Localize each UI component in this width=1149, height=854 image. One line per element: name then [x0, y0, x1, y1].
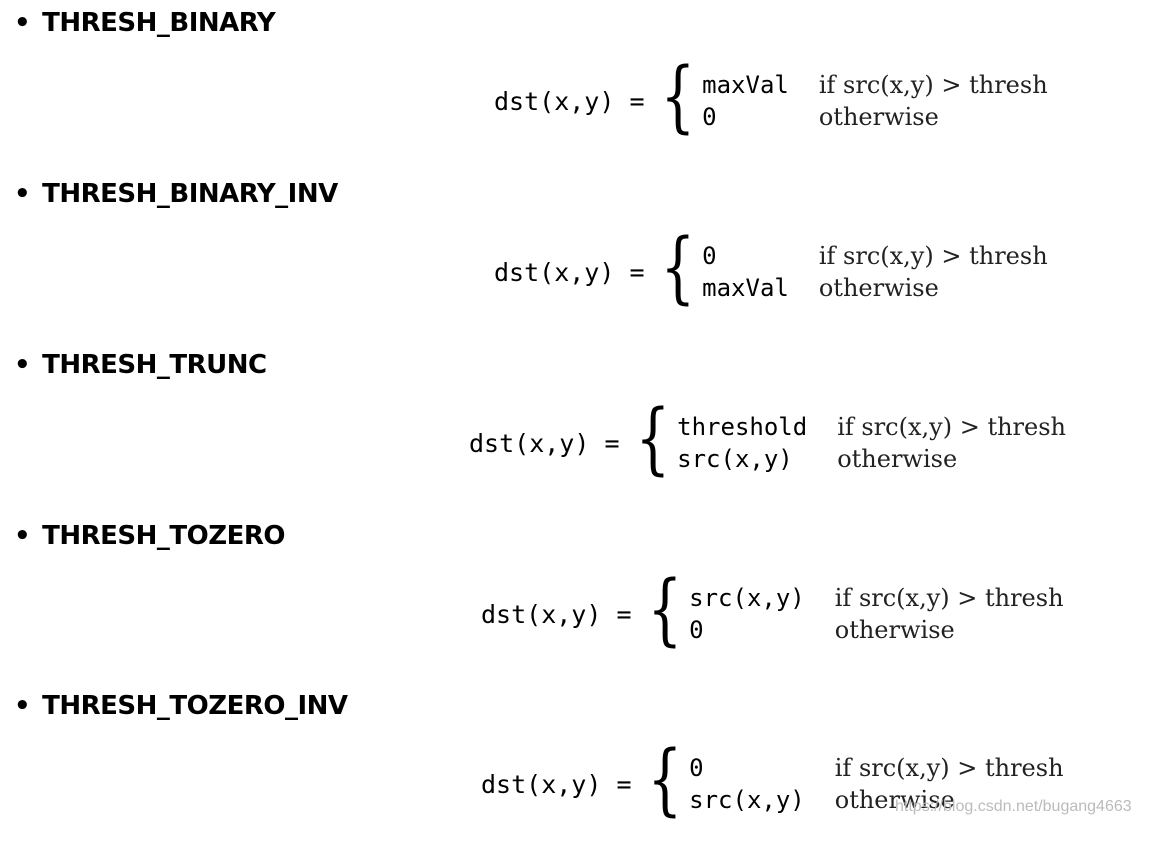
left-brace: {	[634, 394, 670, 484]
case-condition: otherwise	[834, 616, 955, 644]
case-value: src(x,y)	[689, 584, 805, 612]
formula-cases: threshold if src(x,y) > thresh src(x,y) oth…	[677, 413, 1066, 473]
left-brace: {	[659, 223, 695, 313]
threshold-item: THRESH_TRUNC dst(x,y) = { thresholdif sr…	[0, 342, 1149, 513]
case-value: src(x,y)	[677, 445, 793, 473]
case-value: 0	[689, 616, 704, 644]
threshold-item: THRESH_TOZERO_INV dst(x,y) = { 0 if src(x…	[0, 683, 1149, 854]
case-condition: otherwise	[818, 274, 939, 302]
left-brace: {	[646, 565, 682, 655]
formula: dst(x,y) = { maxVal if src(x,y) > thresh 0…	[494, 56, 1048, 146]
threshold-item: THRESH_BINARY dst(x,y) = { maxVal if src(…	[0, 0, 1149, 171]
formula: dst(x,y) = { threshold if src(x,y) > thre…	[469, 398, 1066, 488]
watermark: https://blog.csdn.net/bugang4663	[895, 798, 1132, 815]
case-value: maxVal	[702, 71, 789, 99]
threshold-type-heading: THRESH_TOZERO_INV	[14, 691, 348, 721]
formula-lhs: dst(x,y) =	[481, 599, 632, 629]
threshold-item: THRESH_BINARY_INV dst(x,y) = { 0 if src(x…	[0, 171, 1149, 342]
case-value: maxVal	[702, 274, 789, 302]
formula-lhs: dst(x,y) =	[494, 257, 645, 287]
case-condition: if src(x,y) > thresh	[818, 71, 1048, 99]
left-brace: {	[646, 735, 682, 825]
threshold-item: THRESH_TOZERO dst(x,y) = { src(x,y)if sr…	[0, 513, 1149, 684]
formula: dst(x,y) = { src(x,y) if src(x,y) > thres…	[481, 569, 1064, 659]
formula-lhs: dst(x,y) =	[494, 86, 645, 116]
formula: dst(x,y) = { 0 if src(x,y) > thresh maxVal…	[494, 227, 1048, 317]
case-condition: otherwise	[818, 103, 939, 131]
threshold-type-heading: THRESH_BINARY_INV	[14, 179, 338, 209]
left-brace: {	[659, 52, 695, 142]
case-value: 0	[702, 242, 717, 270]
threshold-type-heading: THRESH_TRUNC	[14, 350, 267, 380]
formula-lhs: dst(x,y) =	[469, 428, 620, 458]
formula-cases: 0 if src(x,y) > thresh maxVal otherwise	[702, 242, 1048, 302]
case-condition: if src(x,y) > thresh	[834, 754, 1064, 782]
formula-cases: maxVal if src(x,y) > thresh 0 otherwise	[702, 71, 1048, 131]
case-value: 0	[702, 103, 717, 131]
formula-cases: src(x,y) if src(x,y) > thresh 0 otherwise	[689, 584, 1063, 644]
formula-lhs: dst(x,y) =	[481, 769, 632, 799]
case-value: 0	[689, 754, 704, 782]
threshold-type-heading: THRESH_BINARY	[14, 8, 276, 38]
case-value: src(x,y)	[689, 786, 805, 814]
case-condition: if src(x,y) > thresh	[834, 584, 1064, 612]
case-condition: if src(x,y) > thresh	[837, 413, 1066, 441]
case-condition: if src(x,y) > thresh	[818, 242, 1048, 270]
case-value: threshold	[677, 413, 808, 441]
threshold-type-heading: THRESH_TOZERO	[14, 521, 285, 551]
case-condition: otherwise	[837, 445, 958, 473]
